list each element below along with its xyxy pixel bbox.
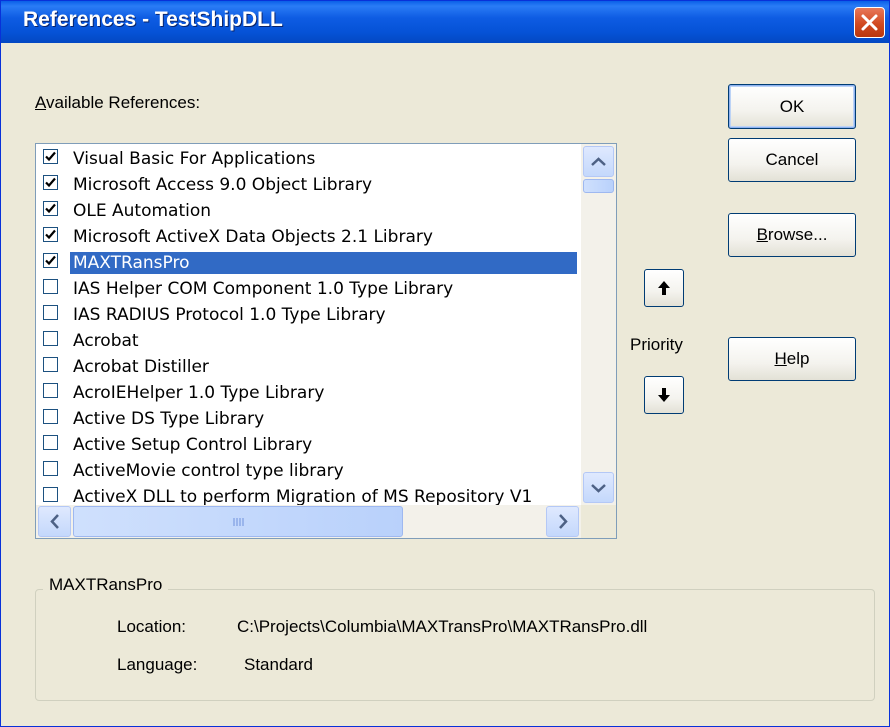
reference-checkbox[interactable] [43, 201, 58, 216]
chevron-up-icon [591, 157, 606, 166]
checkmark-icon [45, 203, 56, 214]
reference-name: OLE Automation [73, 201, 212, 221]
chevron-down-icon [591, 484, 606, 493]
browse-button-mnemonic: B [756, 225, 768, 244]
checkmark-icon [45, 229, 56, 240]
vertical-scrollbar[interactable] [581, 144, 616, 505]
reference-checkbox[interactable] [43, 409, 58, 424]
priority-down-button[interactable] [644, 376, 684, 414]
list-item[interactable]: AcroIEHelper 1.0 Type Library [36, 379, 581, 405]
horizontal-scroll-thumb[interactable] [73, 506, 403, 537]
available-references-label-rest: vailable References: [46, 93, 201, 112]
location-label: Location: [117, 617, 186, 636]
scrollbar-corner [581, 505, 616, 538]
reference-checkbox[interactable] [43, 461, 58, 476]
close-icon [861, 14, 878, 31]
list-item[interactable]: Acrobat [36, 327, 581, 353]
list-item[interactable]: ActiveMovie control type library [36, 457, 581, 483]
reference-checkbox[interactable] [43, 435, 58, 450]
reference-checkbox[interactable] [43, 227, 58, 242]
list-item[interactable]: Microsoft ActiveX Data Objects 2.1 Libra… [36, 223, 581, 249]
reference-checkbox[interactable] [43, 487, 58, 502]
scroll-down-button[interactable] [583, 472, 614, 503]
reference-name: Visual Basic For Applications [73, 149, 316, 169]
scroll-up-button[interactable] [583, 146, 614, 177]
references-dialog: References - TestShipDLL Available Refer… [0, 0, 890, 727]
language-label: Language: [117, 655, 198, 674]
close-button[interactable] [854, 7, 885, 38]
scroll-left-button[interactable] [38, 506, 71, 537]
reference-checkbox[interactable] [43, 305, 58, 320]
reference-details-group [35, 589, 875, 701]
browse-button-label-rest: rowse... [767, 225, 828, 244]
reference-checkbox[interactable] [43, 253, 58, 268]
reference-checkbox[interactable] [43, 175, 58, 190]
arrow-up-icon [658, 281, 670, 295]
help-button-label-rest: elp [786, 349, 810, 368]
list-item[interactable]: Visual Basic For Applications [36, 145, 581, 171]
available-references-label: Available References: [35, 93, 201, 112]
details-group-title: MAXTRansPro [43, 575, 169, 595]
priority-label: Priority [630, 335, 683, 354]
reference-name: MAXTRansPro [69, 251, 578, 275]
checkmark-icon [45, 255, 56, 266]
reference-name: Acrobat [73, 331, 139, 351]
reference-checkbox[interactable] [43, 279, 58, 294]
reference-name: AcroIEHelper 1.0 Type Library [73, 383, 325, 403]
list-item[interactable]: Active DS Type Library [36, 405, 581, 431]
reference-name: Microsoft Access 9.0 Object Library [73, 175, 373, 195]
chevron-left-icon [50, 514, 59, 529]
reference-name: Microsoft ActiveX Data Objects 2.1 Libra… [73, 227, 433, 247]
horizontal-scrollbar[interactable] [36, 505, 581, 538]
list-item[interactable]: Acrobat Distiller [36, 353, 581, 379]
list-item[interactable]: IAS Helper COM Component 1.0 Type Librar… [36, 275, 581, 301]
checkmark-icon [45, 177, 56, 188]
title-bar[interactable]: References - TestShipDLL [1, 1, 889, 43]
priority-up-button[interactable] [644, 269, 684, 307]
references-listbox[interactable]: Visual Basic For Applications Microsoft A… [35, 143, 617, 539]
list-item[interactable]: Active Setup Control Library [36, 431, 581, 457]
browse-button[interactable]: Browse... [728, 213, 856, 257]
cancel-button[interactable]: Cancel [728, 138, 856, 182]
checkmark-icon [45, 151, 56, 162]
scroll-right-button[interactable] [546, 506, 579, 537]
help-button[interactable]: Help [728, 337, 856, 381]
reference-checkbox[interactable] [43, 149, 58, 164]
list-item[interactable]: OLE Automation [36, 197, 581, 223]
reference-name: IAS Helper COM Component 1.0 Type Librar… [73, 279, 454, 299]
window-title: References - TestShipDLL [23, 8, 283, 31]
language-value: Standard [244, 655, 313, 674]
reference-checkbox[interactable] [43, 331, 58, 346]
list-item[interactable]: Microsoft Access 9.0 Object Library [36, 171, 581, 197]
list-item[interactable]: IAS RADIUS Protocol 1.0 Type Library [36, 301, 581, 327]
reference-name: ActiveMovie control type library [73, 461, 344, 481]
chevron-right-icon [559, 514, 568, 529]
arrow-down-icon [658, 388, 670, 402]
ok-button[interactable]: OK [728, 84, 856, 129]
reference-name: Active Setup Control Library [73, 435, 313, 455]
location-value: C:\Projects\Columbia\MAXTransPro\MAXTRan… [237, 617, 648, 636]
grip-icon [233, 518, 244, 526]
vertical-scroll-thumb[interactable] [583, 179, 614, 193]
reference-name: Active DS Type Library [73, 409, 265, 429]
reference-name: IAS RADIUS Protocol 1.0 Type Library [73, 305, 386, 325]
reference-name: Acrobat Distiller [73, 357, 209, 377]
reference-checkbox[interactable] [43, 357, 58, 372]
help-button-mnemonic: H [774, 349, 787, 368]
list-item[interactable]: MAXTRansPro [36, 249, 581, 275]
reference-checkbox[interactable] [43, 383, 58, 398]
